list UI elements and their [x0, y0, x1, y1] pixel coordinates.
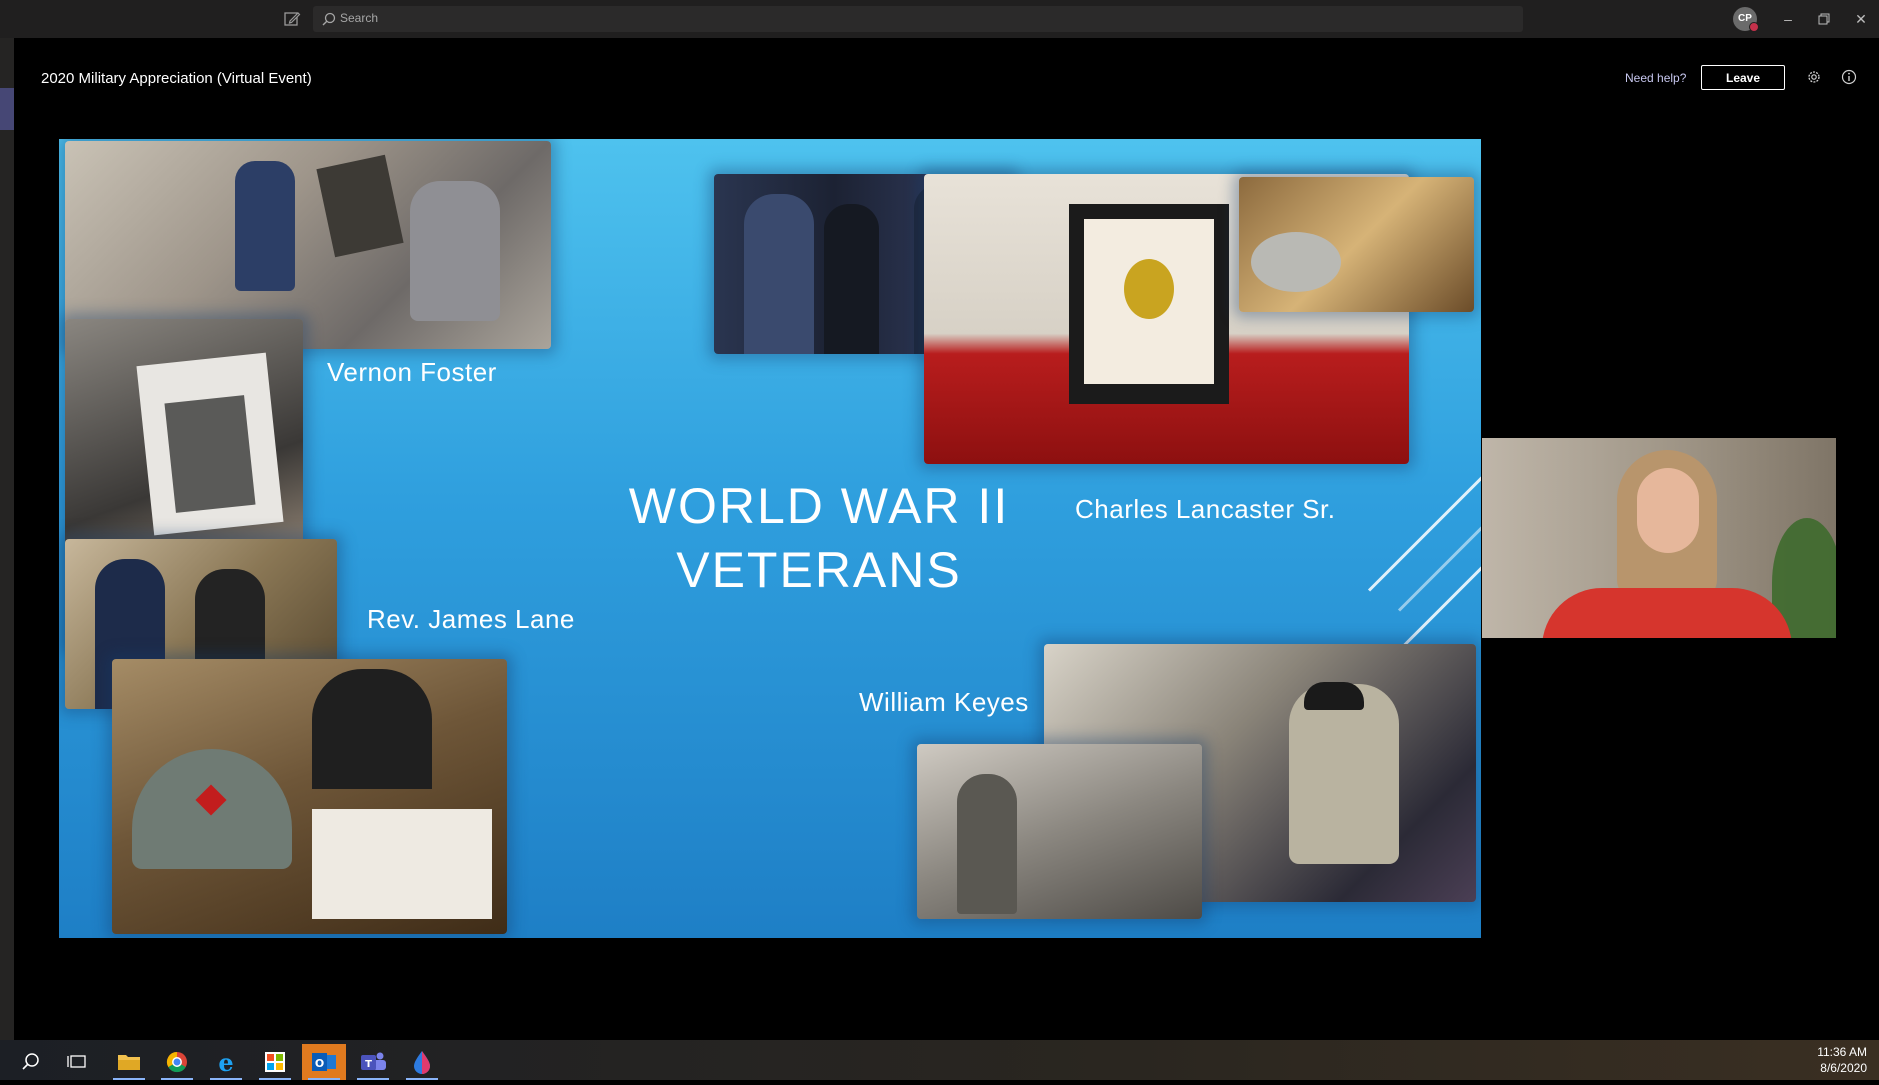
system-clock[interactable]: 11:36 AM 8/6/2020: [1817, 1044, 1867, 1076]
leave-button[interactable]: Leave: [1701, 65, 1785, 90]
file-explorer-icon[interactable]: [107, 1044, 151, 1080]
chrome-icon[interactable]: [155, 1044, 199, 1080]
search-icon[interactable]: [8, 1044, 52, 1080]
search-icon: [322, 12, 336, 26]
slide-decoration-line: [1402, 531, 1481, 647]
clock-time: 11:36 AM: [1817, 1045, 1867, 1059]
william-keyes-old-photo: [917, 744, 1202, 919]
windows-taskbar: e O T 11:36 AM 8/6/2020: [0, 1040, 1879, 1080]
participant-video[interactable]: [1482, 438, 1836, 638]
search-placeholder: Search: [340, 11, 379, 25]
clock-date: 8/6/2020: [1820, 1061, 1867, 1075]
paint-icon[interactable]: [400, 1044, 444, 1080]
gear-icon[interactable]: [1806, 69, 1822, 85]
shared-slide: Vernon Foster Charles Lancaster Sr. WORL…: [59, 139, 1481, 938]
avatar[interactable]: CP: [1733, 7, 1759, 32]
restore-icon[interactable]: [1812, 8, 1836, 30]
internet-explorer-icon[interactable]: e: [204, 1044, 248, 1080]
task-view-icon[interactable]: [56, 1044, 100, 1080]
search-input[interactable]: Search: [313, 6, 1523, 32]
close-icon[interactable]: ✕: [1849, 8, 1873, 30]
meeting-title: 2020 Military Appreciation (Virtual Even…: [41, 70, 312, 87]
compose-icon[interactable]: [283, 10, 301, 28]
info-icon[interactable]: [1841, 69, 1857, 85]
rail-active-indicator: [0, 88, 14, 130]
label-william-keyes: William Keyes: [859, 687, 1029, 717]
slide-title: WORLD WAR II VETERANS: [499, 474, 1139, 602]
james-lane-helmet-photo: [112, 659, 507, 934]
left-rail: [0, 38, 14, 1040]
slide-title-line1: WORLD WAR II: [628, 478, 1010, 534]
window-titlebar: Search CP – ✕: [0, 0, 1879, 38]
vernon-foster-photo: [65, 141, 551, 349]
label-vernon-foster: Vernon Foster: [327, 357, 497, 387]
slide-title-line2: VETERANS: [676, 542, 962, 598]
svg-text:e: e: [218, 1048, 233, 1077]
store-icon[interactable]: [253, 1044, 297, 1080]
medals-display-photo: [1239, 177, 1474, 312]
minimize-icon[interactable]: –: [1776, 8, 1800, 30]
label-rev-james-lane: Rev. James Lane: [367, 604, 575, 634]
svg-text:O: O: [315, 1057, 324, 1070]
need-help-link[interactable]: Need help?: [1625, 71, 1686, 85]
svg-text:T: T: [365, 1059, 372, 1070]
slide-decoration-line: [1367, 462, 1481, 592]
busy-status-icon: [1749, 22, 1759, 32]
teams-icon[interactable]: T: [351, 1044, 395, 1080]
outlook-icon[interactable]: O: [302, 1044, 346, 1080]
